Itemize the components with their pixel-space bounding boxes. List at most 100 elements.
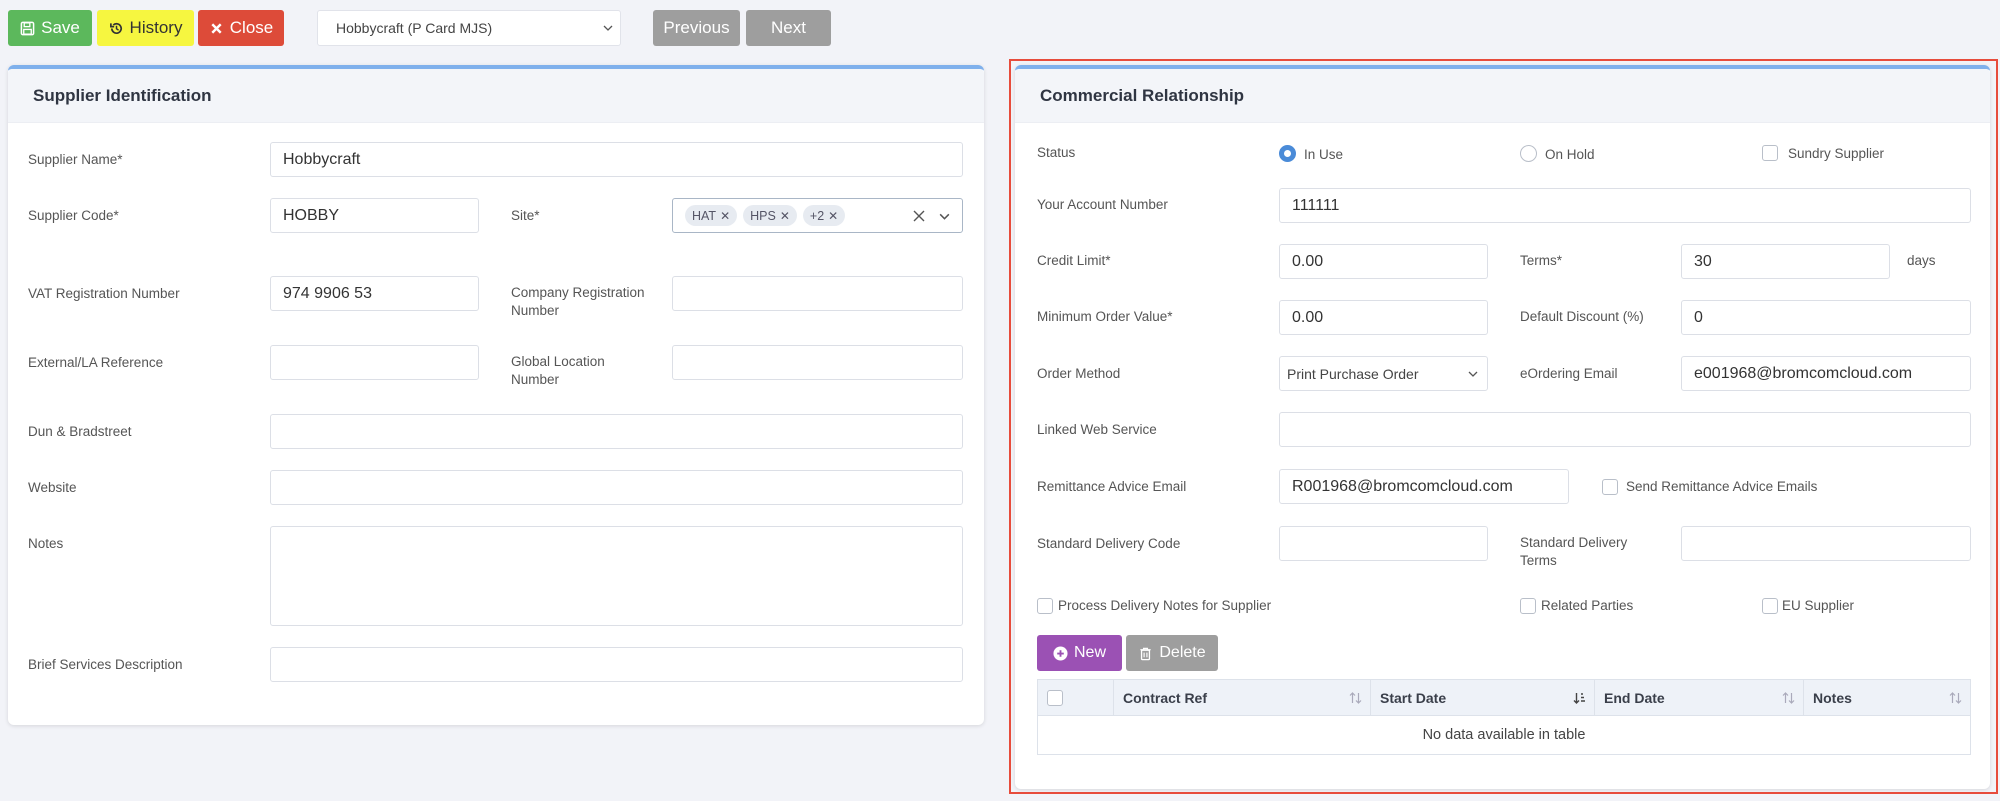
record-select[interactable]: Hobbycraft (P Card MJS) [317, 10, 621, 46]
supplier-name-label: Supplier Name* [28, 152, 123, 167]
send-remittance-label: Send Remittance Advice Emails [1626, 479, 1818, 494]
next-button[interactable]: Next [746, 10, 831, 46]
table-empty-row: No data available in table [1037, 716, 1971, 755]
history-icon [109, 22, 122, 34]
site-tag[interactable]: HPS ✕ [743, 205, 797, 226]
eu-supplier-checkbox[interactable] [1762, 598, 1778, 614]
gln-label: Global Location Number [511, 354, 605, 387]
sort-icon [1349, 692, 1362, 704]
remittance-email-input[interactable] [1279, 469, 1569, 504]
web-service-input[interactable] [1279, 412, 1971, 447]
trash-icon [1140, 647, 1152, 660]
remittance-email-label: Remittance Advice Email [1037, 479, 1187, 494]
related-parties-checkbox[interactable] [1520, 598, 1536, 614]
history-button[interactable]: History [97, 10, 194, 46]
company-reg-label: Company Registration Number [511, 285, 645, 318]
save-button[interactable]: Save [8, 10, 92, 46]
min-order-label: Minimum Order Value* [1037, 309, 1173, 324]
order-method-select[interactable]: Print Purchase Order [1279, 356, 1488, 391]
website-label: Website [28, 480, 77, 495]
external-ref-input[interactable] [270, 345, 479, 380]
close-button-label: Close [229, 18, 274, 37]
terms-unit: days [1907, 253, 1936, 268]
column-start-date[interactable]: Start Date [1371, 680, 1595, 715]
toolbar: Save History Close Hobbycraft (P Card MJ… [0, 0, 2000, 56]
external-ref-label: External/LA Reference [28, 355, 164, 370]
delete-contract-button[interactable]: Delete [1126, 635, 1218, 671]
status-on-hold-label: On Hold [1545, 147, 1595, 162]
duns-label: Dun & Bradstreet [28, 424, 132, 439]
terms-label: Terms* [1520, 253, 1563, 268]
site-tag[interactable]: +2 ✕ [802, 205, 846, 226]
credit-limit-label: Credit Limit* [1037, 253, 1111, 268]
sort-icon [1949, 692, 1962, 704]
brief-services-input[interactable] [270, 647, 963, 682]
order-method-value: Print Purchase Order [1287, 365, 1419, 382]
save-button-label: Save [41, 18, 80, 37]
chevron-down-icon [603, 25, 613, 31]
gln-input[interactable] [672, 345, 963, 380]
duns-input[interactable] [270, 414, 963, 449]
new-contract-button[interactable]: New [1037, 635, 1122, 671]
previous-button[interactable]: Previous [653, 10, 740, 46]
brief-services-label: Brief Services Description [28, 657, 183, 672]
status-in-use-radio[interactable] [1279, 145, 1296, 162]
record-select-value: Hobbycraft (P Card MJS) [336, 20, 493, 36]
credit-limit-input[interactable] [1279, 244, 1488, 279]
clear-icon[interactable] [912, 209, 926, 223]
previous-button-label: Previous [663, 18, 730, 37]
select-all-column [1038, 680, 1114, 715]
site-multiselect[interactable]: HAT ✕ HPS ✕ +2 ✕ [672, 198, 963, 233]
default-discount-input[interactable] [1681, 300, 1971, 335]
website-input[interactable] [270, 470, 963, 505]
delivery-terms-input[interactable] [1681, 526, 1971, 561]
min-order-input[interactable] [1279, 300, 1488, 335]
close-icon [211, 22, 222, 34]
site-tag[interactable]: HAT ✕ [685, 205, 738, 226]
eu-supplier-label: EU Supplier [1782, 598, 1855, 613]
supplier-name-input[interactable] [270, 142, 963, 177]
supplier-code-label: Supplier Code* [28, 208, 119, 223]
table-header: Contract Ref Start Date End Date Notes [1037, 679, 1971, 716]
remove-tag-icon[interactable]: ✕ [828, 209, 838, 223]
notes-textarea[interactable] [270, 526, 963, 626]
select-all-checkbox[interactable] [1047, 689, 1063, 706]
status-label: Status [1037, 145, 1076, 160]
eordering-email-input[interactable] [1681, 356, 1971, 391]
process-delivery-notes-checkbox[interactable] [1037, 598, 1053, 614]
chevron-down-icon[interactable] [938, 210, 951, 223]
remove-tag-icon[interactable]: ✕ [720, 209, 730, 223]
vat-label: VAT Registration Number [28, 286, 180, 301]
delivery-code-label: Standard Delivery Code [1037, 536, 1181, 551]
panel-title: Supplier Identification [8, 69, 984, 123]
empty-message: No data available in table [1422, 727, 1586, 743]
remove-tag-icon[interactable]: ✕ [780, 209, 790, 223]
plus-circle-icon [1053, 645, 1068, 661]
status-on-hold-radio[interactable] [1520, 145, 1537, 162]
delivery-code-input[interactable] [1279, 526, 1488, 561]
process-delivery-notes-label: Process Delivery Notes for Supplier [1058, 598, 1272, 613]
new-button-label: New [1073, 644, 1106, 661]
history-button-label: History [129, 18, 183, 37]
close-button[interactable]: Close [198, 10, 284, 46]
company-reg-input[interactable] [672, 276, 963, 311]
sundry-supplier-checkbox[interactable] [1762, 145, 1778, 161]
column-end-date[interactable]: End Date [1595, 680, 1804, 715]
column-contract-ref[interactable]: Contract Ref [1114, 680, 1371, 715]
floppy-disk-icon [20, 21, 35, 35]
order-method-label: Order Method [1037, 366, 1121, 381]
account-number-input[interactable] [1279, 188, 1971, 223]
supplier-code-input[interactable] [270, 198, 479, 233]
send-remittance-checkbox[interactable] [1602, 479, 1618, 495]
column-notes[interactable]: Notes [1804, 680, 1970, 715]
sort-icon [1782, 692, 1795, 704]
site-label: Site* [511, 208, 540, 223]
panel-title: Commercial Relationship [1015, 69, 1990, 123]
terms-input[interactable] [1681, 244, 1890, 279]
next-button-label: Next [771, 18, 806, 37]
sort-ascending-icon [1573, 693, 1585, 704]
chevron-down-icon [1468, 371, 1478, 377]
vat-input[interactable] [270, 276, 479, 311]
delivery-terms-label: Standard Delivery Terms [1520, 535, 1628, 568]
contracts-table: Contract Ref Start Date End Date Notes N… [1037, 679, 1971, 755]
